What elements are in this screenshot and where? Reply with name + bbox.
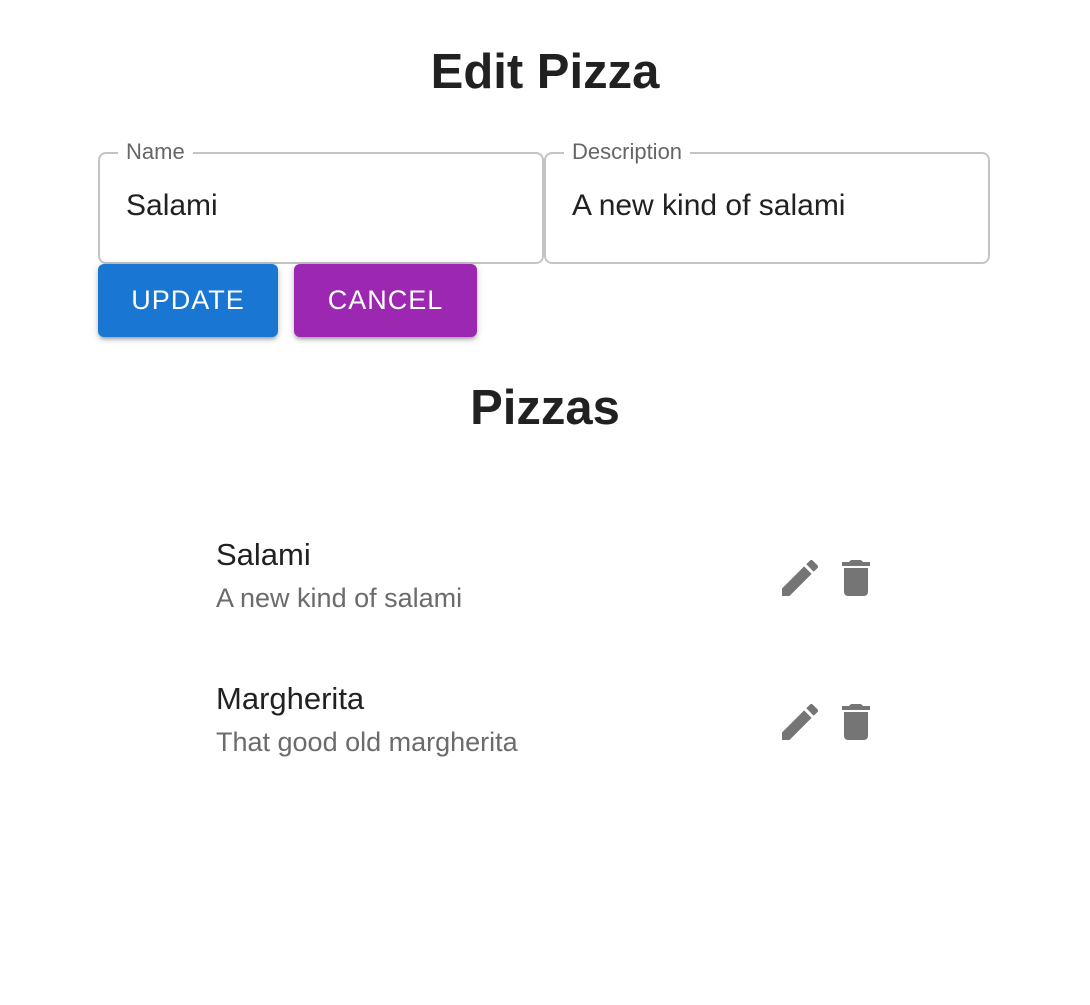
edit-pizza-button[interactable] bbox=[774, 552, 826, 604]
pizza-name: Salami bbox=[216, 537, 311, 572]
edit-pizza-title: Edit Pizza bbox=[430, 45, 660, 99]
description-field-label: Description bbox=[564, 139, 691, 165]
pizza-name: Margherita bbox=[216, 681, 365, 716]
description-input[interactable] bbox=[572, 184, 962, 228]
pizza-list: Salami A new kind of salami Margherita T… bbox=[216, 530, 886, 818]
pencil-icon bbox=[782, 559, 819, 596]
edit-pizza-button[interactable] bbox=[774, 696, 826, 748]
update-button[interactable]: Update bbox=[98, 264, 278, 337]
delete-pizza-button[interactable] bbox=[830, 696, 882, 748]
name-field-label: Name bbox=[118, 139, 193, 165]
pizza-description: A new kind of salami bbox=[216, 583, 463, 613]
pizza-description: That good old margherita bbox=[216, 727, 518, 757]
trash-icon bbox=[842, 704, 870, 740]
trash-icon bbox=[842, 560, 870, 596]
delete-pizza-button[interactable] bbox=[830, 552, 882, 604]
list-item: Salami A new kind of salami bbox=[216, 530, 886, 674]
cancel-button[interactable]: Cancel bbox=[294, 264, 477, 337]
list-item: Margherita That good old margherita bbox=[216, 674, 886, 818]
name-field[interactable]: Name bbox=[98, 139, 544, 264]
name-input[interactable] bbox=[126, 184, 516, 228]
pencil-icon bbox=[782, 703, 819, 740]
pizzas-list-title: Pizzas bbox=[470, 381, 620, 435]
description-field[interactable]: Description bbox=[544, 139, 990, 264]
